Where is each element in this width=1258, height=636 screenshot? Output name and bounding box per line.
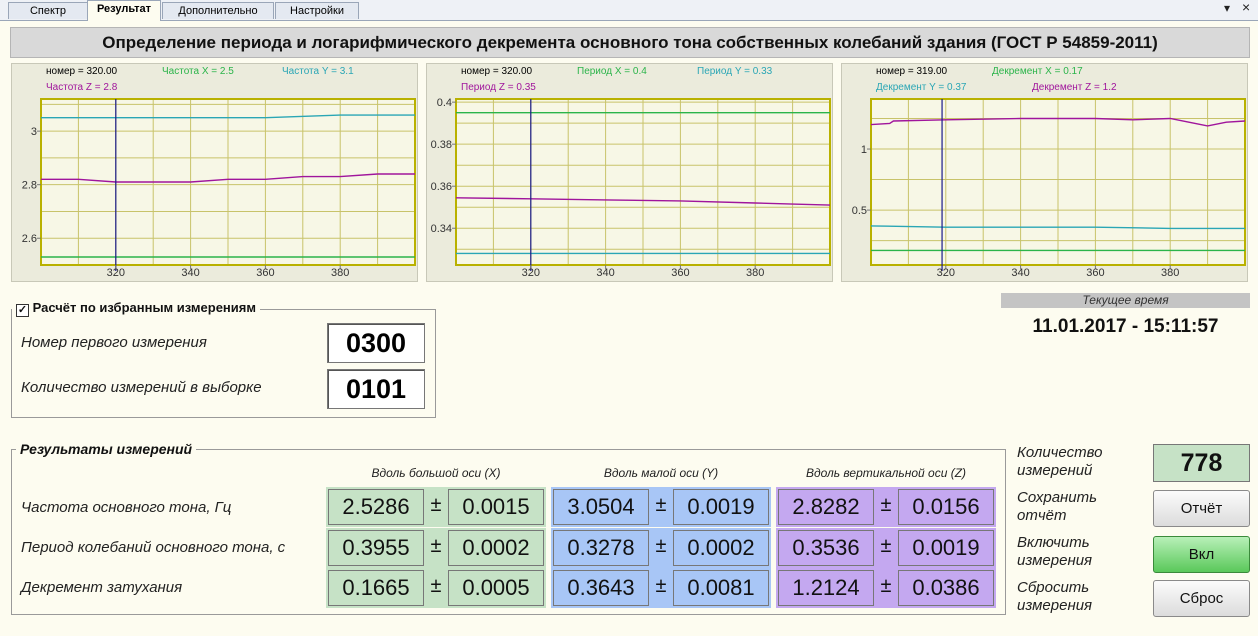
plus-minus-sign: ± xyxy=(430,494,442,516)
result-error: 0.0386 xyxy=(898,570,994,606)
selection-checkbox[interactable]: ✓ xyxy=(16,304,29,317)
legend-x: Период X = 0.4 xyxy=(577,66,647,77)
plus-minus-sign: ± xyxy=(655,535,667,557)
result-value: 3.0504 xyxy=(553,489,649,525)
result-error: 0.0156 xyxy=(898,489,994,525)
count-label: Количество измерений xyxy=(1017,444,1103,479)
plus-minus-sign: ± xyxy=(430,575,442,597)
selection-group-header: ✓ Расчёт по избранным измерениям xyxy=(12,300,260,317)
y-tick-label: 0.5 xyxy=(852,205,867,217)
plus-minus-sign: ± xyxy=(880,575,892,597)
reset-button[interactable]: Сброс xyxy=(1153,580,1250,617)
legend-number: номер = 320.00 xyxy=(46,66,118,77)
x-tick-label: 360 xyxy=(256,267,274,279)
tab-additional[interactable]: Дополнительно xyxy=(162,2,274,19)
clock-value: 11.01.2017 - 15:11:57 xyxy=(1032,316,1219,337)
chart-period-plot: 320 340 360 380 0.4 0.38 0.36 0.34 xyxy=(431,97,831,279)
result-error: 0.0019 xyxy=(673,489,769,525)
results-title: Результаты измерений xyxy=(16,441,197,457)
result-error: 0.0019 xyxy=(898,530,994,566)
y-tick-label: 2.6 xyxy=(22,233,37,245)
result-error: 0.0081 xyxy=(673,570,769,606)
plus-minus-sign: ± xyxy=(430,535,442,557)
result-value: 1.2124 xyxy=(778,570,874,606)
x-tick-label: 360 xyxy=(671,267,689,279)
legend-y: Период Y = 0.33 xyxy=(697,66,773,77)
plus-minus-sign: ± xyxy=(655,494,667,516)
enable-measurements-label: Включить измерения xyxy=(1017,534,1093,569)
legend-z: Частота Z = 2.8 xyxy=(46,82,118,93)
x-tick-label: 320 xyxy=(937,267,955,279)
result-error: 0.0005 xyxy=(448,570,544,606)
result-error: 0.0015 xyxy=(448,489,544,525)
reset-measurements-label: Сбросить измерения xyxy=(1017,579,1093,614)
tab-bar: Спектр Результат Дополнительно Настройки… xyxy=(0,0,1258,21)
x-tick-label: 320 xyxy=(107,267,125,279)
chart-decrement: 320 340 360 380 1 0.5 номер = 319.00 Декремен… xyxy=(841,63,1248,282)
y-tick-label: 2.8 xyxy=(22,180,37,192)
chart-decrement-plot: 320 340 360 380 1 0.5 xyxy=(852,98,1246,279)
legend-y: Декремент Y = 0.37 xyxy=(876,82,967,93)
result-value: 2.8282 xyxy=(778,489,874,525)
count-value: 778 xyxy=(1153,444,1250,482)
x-tick-label: 380 xyxy=(331,267,349,279)
sample-count-label: Количество измерений в выборке xyxy=(21,379,262,396)
sample-count-field[interactable]: 0101 xyxy=(327,369,425,409)
x-tick-label: 380 xyxy=(746,267,764,279)
legend-number: номер = 320.00 xyxy=(461,66,533,77)
chart-frequency-plot: 320 340 360 380 3 2.8 2.6 xyxy=(22,98,416,279)
first-measurement-label: Номер первого измерения xyxy=(21,334,207,351)
y-tick-label: 0.4 xyxy=(437,97,452,109)
report-button[interactable]: Отчёт xyxy=(1153,490,1250,527)
x-tick-label: 320 xyxy=(522,267,540,279)
result-row-label: Частота основного тона, Гц xyxy=(21,499,232,516)
y-tick-label: 3 xyxy=(31,126,37,138)
x-tick-label: 340 xyxy=(1011,267,1029,279)
close-icon[interactable]: × xyxy=(1242,0,1250,15)
result-value: 0.3643 xyxy=(553,570,649,606)
result-value: 0.1665 xyxy=(328,570,424,606)
legend-z: Период Z = 0.35 xyxy=(461,82,536,93)
legend-y: Частота Y = 3.1 xyxy=(282,66,354,77)
plus-minus-sign: ± xyxy=(655,575,667,597)
result-error: 0.0002 xyxy=(448,530,544,566)
y-tick-label: 0.34 xyxy=(431,223,452,235)
x-tick-label: 380 xyxy=(1161,267,1179,279)
result-value: 0.3955 xyxy=(328,530,424,566)
tab-result[interactable]: Результат xyxy=(87,0,161,21)
result-row-label: Декремент затухания xyxy=(21,579,183,596)
result-value: 0.3278 xyxy=(553,530,649,566)
plus-minus-sign: ± xyxy=(880,535,892,557)
enable-button[interactable]: Вкл xyxy=(1153,536,1250,573)
x-tick-label: 340 xyxy=(181,267,199,279)
chart-frequency: 320 340 360 380 3 2.8 2.6 номер = 320.00 Часто… xyxy=(11,63,418,282)
plus-minus-sign: ± xyxy=(880,494,892,516)
column-header-y: Вдоль малой оси (Y) xyxy=(603,466,719,480)
x-tick-label: 360 xyxy=(1086,267,1104,279)
y-tick-label: 0.38 xyxy=(431,139,452,151)
tab-spectrum[interactable]: Спектр xyxy=(8,2,88,19)
result-value: 0.3536 xyxy=(778,530,874,566)
save-report-label: Сохранить отчёт xyxy=(1017,489,1098,524)
result-error: 0.0002 xyxy=(673,530,769,566)
result-row-label: Период колебаний основного тона, с xyxy=(21,539,286,556)
legend-number: номер = 319.00 xyxy=(876,66,948,77)
result-value: 2.5286 xyxy=(328,489,424,525)
first-measurement-field[interactable]: 0300 xyxy=(327,323,425,363)
clock-label: Текущее время xyxy=(1001,293,1250,308)
page-title: Определение периода и логарифмического д… xyxy=(10,27,1250,58)
legend-x: Декремент X = 0.17 xyxy=(992,66,1083,77)
column-header-x: Вдоль большой оси (X) xyxy=(371,466,501,480)
y-tick-label: 0.36 xyxy=(431,181,452,193)
chart-period: 320 340 360 380 0.4 0.38 0.36 0.34 номер = 320.… xyxy=(426,63,833,282)
y-tick-label: 1 xyxy=(861,144,867,156)
x-tick-label: 340 xyxy=(596,267,614,279)
column-header-z: Вдоль вертикальной оси (Z) xyxy=(805,466,967,480)
tab-settings[interactable]: Настройки xyxy=(275,2,359,19)
menu-dropdown-icon[interactable]: ▾ xyxy=(1224,1,1230,15)
legend-x: Частота X = 2.5 xyxy=(162,66,234,77)
legend-z: Декремент Z = 1.2 xyxy=(1032,82,1117,93)
selection-checkbox-label[interactable]: Расчёт по избранным измерениям xyxy=(33,300,256,315)
